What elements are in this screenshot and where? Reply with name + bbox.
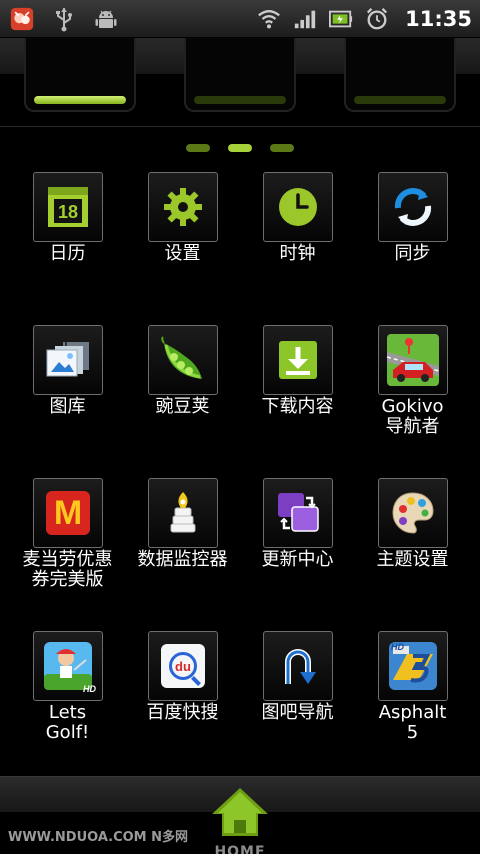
home-button[interactable]: HOME bbox=[200, 782, 280, 854]
app-gallery[interactable]: 图库 bbox=[10, 325, 125, 465]
app-theme-settings[interactable]: 主题设置 bbox=[355, 478, 470, 618]
usb-icon bbox=[52, 7, 76, 32]
status-bar: 11:35 bbox=[0, 0, 480, 38]
app-label: 下载内容 bbox=[261, 396, 334, 417]
app-label: 时钟 bbox=[279, 243, 316, 264]
app-tuba-navigation[interactable]: 图吧导航 bbox=[240, 631, 355, 771]
app-label: 日历 bbox=[49, 243, 86, 264]
page-dot[interactable] bbox=[186, 144, 210, 152]
tab-3[interactable] bbox=[344, 38, 456, 112]
mcdonalds-icon: M bbox=[46, 491, 90, 535]
app-label: Gokivo 导航者 bbox=[381, 396, 444, 437]
app-label: 设置 bbox=[164, 243, 201, 264]
app-asphalt-5[interactable]: HD Asphalt 5 bbox=[355, 631, 470, 771]
peapod-icon bbox=[161, 336, 202, 379]
calendar-icon: 18 bbox=[48, 187, 88, 227]
download-icon bbox=[279, 341, 317, 379]
app-lets-golf[interactable]: HD Lets Golf! bbox=[10, 631, 125, 771]
app-data-monitor[interactable]: 数据监控器 bbox=[125, 478, 240, 618]
clock-icon bbox=[279, 188, 317, 226]
watermark: WWW.NDUOA.COM N多网 bbox=[8, 830, 189, 845]
palette-icon bbox=[392, 492, 434, 534]
app-label: 更新中心 bbox=[261, 549, 334, 570]
app-label: 数据监控器 bbox=[137, 549, 228, 570]
home-icon bbox=[212, 788, 268, 836]
app-label: 豌豆荚 bbox=[155, 396, 210, 417]
app-downloads[interactable]: 下载内容 bbox=[240, 325, 355, 465]
gear-icon bbox=[164, 188, 202, 226]
home-label: HOME bbox=[214, 844, 266, 854]
u-turn-nav-icon bbox=[285, 649, 316, 684]
mcdonalds-glyph: M bbox=[53, 493, 83, 532]
page-dot[interactable] bbox=[270, 144, 294, 152]
app-update-center[interactable]: 更新中心 bbox=[240, 478, 355, 618]
page-dot-current[interactable] bbox=[228, 144, 252, 152]
android-debug-icon bbox=[94, 7, 118, 31]
calendar-day: 18 bbox=[58, 202, 78, 222]
alarm-icon bbox=[365, 7, 389, 31]
app-sync[interactable]: 同步 bbox=[355, 172, 470, 312]
divider bbox=[0, 126, 480, 127]
tab-1[interactable] bbox=[24, 38, 136, 112]
app-label: Lets Golf! bbox=[45, 702, 90, 743]
app-wandoujia[interactable]: 豌豆荚 bbox=[125, 325, 240, 465]
app-notification-icon[interactable] bbox=[10, 7, 34, 31]
app-mcdonalds[interactable]: M 麦当劳优惠 券完美版 bbox=[10, 478, 125, 618]
app-label: 主题设置 bbox=[376, 549, 449, 570]
app-label: 图吧导航 bbox=[261, 702, 334, 723]
app-label: Asphalt 5 bbox=[378, 702, 447, 743]
app-clock[interactable]: 时钟 bbox=[240, 172, 355, 312]
app-label: 同步 bbox=[394, 243, 431, 264]
baidu-glyph: du bbox=[175, 658, 191, 674]
app-baidu-search[interactable]: du 百度快搜 bbox=[125, 631, 240, 771]
app-gokivo[interactable]: Gokivo 导航者 bbox=[355, 325, 470, 465]
app-label: 麦当劳优惠 券完美版 bbox=[22, 549, 113, 590]
baidu-search-icon: du bbox=[161, 644, 205, 688]
data-monitor-icon bbox=[170, 492, 196, 533]
battery-icon bbox=[329, 7, 353, 31]
app-calendar[interactable]: 18 日历 bbox=[10, 172, 125, 312]
update-center-icon bbox=[278, 493, 319, 532]
hd-badge: HD bbox=[391, 642, 404, 652]
wifi-icon bbox=[257, 7, 281, 31]
gallery-icon bbox=[46, 342, 89, 377]
sync-icon bbox=[394, 188, 432, 226]
hd-badge: HD bbox=[83, 684, 96, 694]
tab-2[interactable] bbox=[184, 38, 296, 112]
app-label: 图库 bbox=[49, 396, 86, 417]
page-indicator bbox=[0, 144, 480, 154]
signal-icon bbox=[293, 7, 317, 31]
app-label: 百度快搜 bbox=[146, 702, 219, 723]
app-settings[interactable]: 设置 bbox=[125, 172, 240, 312]
status-clock: 11:35 bbox=[405, 7, 472, 31]
car-navigation-icon bbox=[386, 334, 440, 386]
